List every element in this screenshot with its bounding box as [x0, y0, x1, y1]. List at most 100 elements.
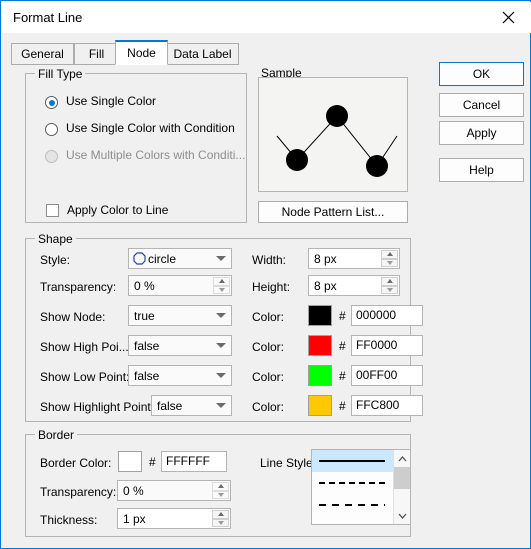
show-low-point-combo[interactable]: false: [128, 365, 232, 386]
style-combo-chevron-down-icon[interactable]: [211, 249, 231, 268]
show-node-color-hex[interactable]: 000000: [351, 305, 423, 326]
line-style-item-solid[interactable]: [312, 450, 394, 472]
sample-preview: [258, 77, 408, 192]
border-transparency-spin-up-icon[interactable]: [212, 482, 229, 491]
width-stepper[interactable]: 8 px: [308, 248, 400, 269]
line-style-listbox[interactable]: [311, 449, 411, 525]
style-combo[interactable]: circle: [128, 248, 232, 269]
style-label: Style:: [40, 253, 71, 267]
border-color-swatch[interactable]: [118, 451, 142, 472]
show-highlight-point-color-label: Color:: [252, 400, 285, 414]
tab-node[interactable]: Node: [115, 40, 168, 65]
border-thickness-label: Thickness:: [40, 513, 98, 527]
chevron-down-icon[interactable]: [394, 507, 410, 524]
line-style-item-dashed-large[interactable]: [312, 516, 394, 524]
height-stepper[interactable]: 8 px: [308, 275, 400, 296]
tab-general[interactable]: General: [11, 43, 74, 65]
show-high-point-hash-symbol: #: [339, 339, 346, 353]
border-thickness-spin-down-icon[interactable]: [212, 518, 229, 527]
border-color-hash-symbol: #: [149, 455, 156, 469]
tab-data-label[interactable]: Data Label: [166, 43, 239, 65]
line-style-item-dotted[interactable]: [312, 472, 394, 494]
height-label: Height:: [252, 280, 291, 294]
show-node-value: true: [134, 308, 155, 323]
shape-group-title: Shape: [35, 232, 76, 246]
border-thickness-spin-buttons[interactable]: [212, 510, 229, 527]
border-thickness-stepper[interactable]: 1 px: [117, 508, 231, 529]
show-node-combo[interactable]: true: [128, 305, 232, 326]
radio-use-multiple-colors-with-condition: [45, 150, 58, 163]
show-high-point-chevron-down-icon[interactable]: [211, 336, 231, 355]
border-transparency-value: 0 %: [123, 483, 144, 498]
line-style-label: Line Style:: [260, 456, 317, 470]
line-style-preview-dotted: [319, 482, 385, 484]
shape-transparency-spin-down-icon[interactable]: [213, 285, 230, 294]
show-high-point-label: Show High Poi...: [40, 340, 129, 354]
style-combo-text: circle: [133, 249, 176, 268]
show-node-color-swatch[interactable]: [308, 305, 332, 326]
width-spin-buttons[interactable]: [381, 250, 398, 267]
shape-transparency-spin-up-icon[interactable]: [213, 277, 230, 286]
border-transparency-spin-down-icon[interactable]: [212, 490, 229, 499]
border-color-label: Border Color:: [40, 456, 112, 470]
line-style-scrollbar[interactable]: [393, 450, 410, 524]
width-spin-down-icon[interactable]: [381, 258, 398, 267]
line-style-preview-dashed-small: [319, 504, 385, 506]
radio-use-single-color-with-condition[interactable]: [45, 123, 58, 136]
show-high-point-value: false: [134, 338, 160, 353]
shape-transparency-value: 0 %: [134, 278, 155, 293]
shape-group: Shape Style: circle Width: 8 px Transpar…: [25, 232, 423, 422]
show-high-point-combo[interactable]: false: [128, 335, 232, 356]
show-low-point-color-label: Color:: [252, 370, 285, 384]
show-low-point-color-swatch[interactable]: [308, 365, 332, 386]
show-highlight-point-color-hex[interactable]: FFC800: [351, 395, 423, 416]
help-button[interactable]: Help: [439, 158, 524, 182]
radio-use-single-color[interactable]: [45, 96, 58, 109]
show-high-point-color-hex[interactable]: FF0000: [351, 335, 423, 356]
shape-transparency-stepper[interactable]: 0 %: [128, 275, 232, 296]
width-spin-up-icon[interactable]: [381, 250, 398, 259]
show-low-point-color-hex[interactable]: 00FF00: [351, 365, 423, 386]
height-spin-down-icon[interactable]: [381, 285, 398, 294]
scrollbar-thumb[interactable]: [394, 467, 410, 489]
shape-transparency-spin-buttons[interactable]: [213, 277, 230, 294]
border-group: Border Border Color: # FFFFFF Transparen…: [25, 428, 411, 537]
radio-use-single-color-label: Use Single Color: [66, 94, 157, 108]
show-node-label: Show Node:: [40, 310, 106, 324]
show-low-point-chevron-down-icon[interactable]: [211, 366, 231, 385]
show-high-point-color-label: Color:: [252, 340, 285, 354]
close-icon[interactable]: [486, 2, 531, 33]
border-color-hex[interactable]: FFFFFF: [161, 451, 227, 472]
border-thickness-spin-up-icon[interactable]: [212, 510, 229, 519]
border-thickness-value: 1 px: [123, 511, 146, 526]
window-title: Format Line: [13, 10, 83, 25]
show-node-color-label: Color:: [252, 310, 285, 324]
circle-outline-icon: [133, 252, 146, 265]
radio-use-multiple-colors-with-condition-label: Use Multiple Colors with Conditi...: [66, 148, 246, 162]
show-node-chevron-down-icon[interactable]: [211, 306, 231, 325]
show-node-hash-symbol: #: [339, 309, 346, 323]
apply-color-to-line-checkbox[interactable]: [46, 204, 59, 217]
apply-button[interactable]: Apply: [439, 121, 524, 145]
node-pattern-list-button[interactable]: Node Pattern List...: [258, 201, 408, 223]
border-transparency-spin-buttons[interactable]: [212, 482, 229, 499]
show-highlight-point-chevron-down-icon[interactable]: [211, 396, 231, 415]
height-value: 8 px: [314, 278, 337, 293]
show-low-point-value: false: [134, 368, 160, 383]
border-group-title: Border: [35, 428, 78, 442]
ok-button[interactable]: OK: [439, 62, 524, 86]
border-transparency-stepper[interactable]: 0 %: [117, 480, 231, 501]
width-value: 8 px: [314, 251, 337, 266]
height-spin-buttons[interactable]: [381, 277, 398, 294]
show-highlight-point-color-swatch[interactable]: [308, 395, 332, 416]
show-low-point-hash-symbol: #: [339, 369, 346, 383]
show-highlight-point-value: false: [157, 398, 183, 413]
radio-use-single-color-with-condition-label: Use Single Color with Condition: [66, 121, 235, 135]
tab-fill[interactable]: Fill: [74, 43, 119, 65]
show-high-point-color-swatch[interactable]: [308, 335, 332, 356]
chevron-up-icon[interactable]: [394, 450, 410, 467]
show-highlight-point-combo[interactable]: false: [151, 395, 232, 416]
cancel-button[interactable]: Cancel: [439, 93, 524, 117]
height-spin-up-icon[interactable]: [381, 277, 398, 286]
line-style-item-dashed-small[interactable]: [312, 494, 394, 516]
